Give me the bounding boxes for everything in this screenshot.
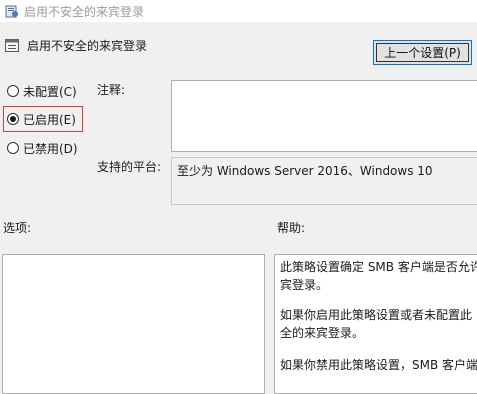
supported-platform-label: 支持的平台: <box>97 160 162 174</box>
help-paragraph-1: 此策略设置确定 SMB 客户端是否允许 宾登录。 <box>280 260 477 292</box>
not-configured-radio[interactable] <box>7 85 19 97</box>
not-configured-option[interactable]: 未配置(C) <box>7 82 77 100</box>
not-configured-label: 未配置(C) <box>23 84 77 99</box>
options-label: 选项: <box>3 221 32 235</box>
enabled-label: 已启用(E) <box>23 112 76 127</box>
enabled-radio[interactable] <box>7 113 19 125</box>
policy-setting-icon <box>5 39 19 52</box>
help-paragraph-2: 如果你启用此策略设置或者未配置此 全的来宾登录。 <box>280 308 473 340</box>
policy-title: 启用不安全的来宾登录 <box>27 39 148 53</box>
comment-label: 注释: <box>97 83 126 97</box>
disabled-radio[interactable] <box>7 142 19 154</box>
help-label: 帮助: <box>277 221 306 235</box>
title-bar: 启用不安全的来宾登录 <box>0 0 477 22</box>
comment-textbox[interactable] <box>171 80 477 152</box>
window-title: 启用不安全的来宾登录 <box>24 5 145 19</box>
policy-settings-icon <box>5 5 18 18</box>
previous-setting-label: 上一个设置(P) <box>376 43 469 62</box>
help-paragraph-3: 如果你禁用此策略设置，SMB 客户端 <box>280 358 477 372</box>
enabled-option[interactable]: 已启用(E) <box>7 110 76 128</box>
previous-setting-button[interactable]: 上一个设置(P) <box>373 40 472 65</box>
options-panel[interactable] <box>2 254 265 394</box>
disabled-label: 已禁用(D) <box>23 141 78 156</box>
supported-platform-box: 至少为 Windows Server 2016、Windows 10 <box>171 157 477 205</box>
supported-platform-text: 至少为 Windows Server 2016、Windows 10 <box>177 164 433 178</box>
disabled-option[interactable]: 已禁用(D) <box>7 139 78 157</box>
help-panel[interactable]: 此策略设置确定 SMB 客户端是否允许 宾登录。 如果你启用此策略设置或者未配置… <box>274 254 477 394</box>
